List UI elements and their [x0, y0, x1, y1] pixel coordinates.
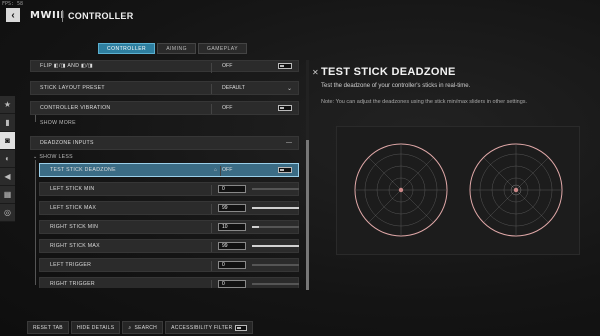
setting-label: LEFT STICK MAX — [50, 205, 97, 211]
header-divider — [62, 10, 63, 22]
chevron-down-icon: ⌄ — [286, 85, 292, 92]
lock-icon: ⌂ — [214, 167, 218, 173]
setting-row-left-stick-max[interactable]: LEFT STICK MAX 99 — [39, 201, 299, 215]
game-logo: MWIII — [30, 10, 65, 21]
setting-row-right-trigger[interactable]: RIGHT TRIGGER 0 — [39, 277, 299, 288]
collapse-icon: — — [286, 140, 292, 146]
fps-counter: FPS: 58 — [2, 1, 24, 7]
mouse-icon[interactable]: ▮ — [0, 114, 15, 132]
setting-label: CONTROLLER VIBRATION — [40, 105, 111, 111]
reset-tab-button[interactable]: RESET TAB — [27, 321, 69, 334]
show-more-link[interactable]: SHOW MORE — [40, 120, 76, 126]
tab-gameplay[interactable]: GAMEPLAY — [197, 43, 248, 54]
setting-row-test-stick-deadzone[interactable]: TEST STICK DEADZONE ⌂ OFF — [39, 163, 299, 177]
slider[interactable] — [252, 226, 299, 228]
setting-row-vibration[interactable]: CONTROLLER VIBRATION OFF — [30, 101, 299, 115]
accessibility-filter-button[interactable]: ACCESSIBILITY FILTER — [165, 321, 254, 334]
setting-label: STICK LAYOUT PRESET — [40, 85, 105, 91]
setting-row-left-trigger[interactable]: LEFT TRIGGER 0 — [39, 258, 299, 272]
setting-label: LEFT STICK MIN — [50, 186, 95, 192]
tab-bar: CONTROLLER AIMING GAMEPLAY — [98, 43, 248, 54]
settings-scrollbar[interactable] — [306, 60, 309, 290]
setting-label: LEFT TRIGGER — [50, 262, 92, 268]
value-input[interactable]: 99 — [218, 242, 246, 250]
left-stick-indicator — [354, 143, 448, 237]
setting-row-right-stick-max[interactable]: RIGHT STICK MAX 99 — [39, 239, 299, 253]
value-input[interactable]: 0 — [218, 261, 246, 269]
gamepad-icon[interactable]: ◙ — [0, 132, 15, 150]
show-less-link[interactable]: ⌄ SHOW LESS — [33, 154, 73, 160]
toggle-switch[interactable] — [278, 105, 292, 111]
tab-aiming[interactable]: AIMING — [157, 43, 196, 54]
detail-title: TEST STICK DEADZONE — [321, 66, 456, 78]
settings-list: FLIP ◧/◨ AND ◧/◨ OFF STICK LAYOUT PRESET… — [30, 60, 299, 288]
slider[interactable] — [252, 283, 299, 285]
setting-label: RIGHT STICK MAX — [50, 243, 100, 249]
close-icon[interactable]: ✕ — [312, 68, 319, 77]
settings-category-sidebar: ★ ▮ ◙ ◐ ◀ ▦ ◎ — [0, 96, 15, 222]
slider[interactable] — [252, 188, 299, 190]
value-input[interactable]: 0 — [218, 185, 246, 193]
grid-icon[interactable]: ▦ — [0, 186, 15, 204]
setting-label: RIGHT STICK MIN — [50, 224, 99, 230]
toggle-switch[interactable] — [278, 63, 292, 69]
value-input[interactable]: 0 — [218, 280, 246, 288]
detail-description: Test the deadzone of your controller's s… — [321, 83, 471, 89]
setting-value: OFF — [222, 63, 233, 69]
slider[interactable] — [252, 245, 299, 247]
value-input[interactable]: 99 — [218, 204, 246, 212]
binoculars-icon[interactable]: ◐ — [0, 150, 15, 168]
search-icon: ⌕ — [128, 324, 132, 331]
setting-row-flip[interactable]: FLIP ◧/◨ AND ◧/◨ OFF — [30, 60, 299, 73]
setting-label: RIGHT TRIGGER — [50, 281, 95, 287]
search-button[interactable]: ⌕ SEARCH — [122, 321, 164, 334]
speaker-icon[interactable]: ◀ — [0, 168, 15, 186]
slider[interactable] — [252, 264, 299, 266]
setting-value: OFF — [222, 105, 233, 111]
setting-value: DEFAULT — [222, 85, 245, 91]
slider[interactable] — [252, 207, 299, 209]
setting-row-right-stick-min[interactable]: RIGHT STICK MIN 10 — [39, 220, 299, 234]
tab-controller[interactable]: CONTROLLER — [98, 43, 156, 54]
setting-label: FLIP ◧/◨ AND ◧/◨ — [40, 63, 94, 69]
stick-visualizer — [354, 143, 563, 237]
toggle-switch[interactable] — [278, 167, 292, 173]
stick-test-panel — [336, 126, 580, 255]
value-input[interactable]: 10 — [218, 223, 246, 231]
right-stick-indicator — [469, 143, 563, 237]
star-icon[interactable]: ★ — [0, 96, 15, 114]
detail-note: Note: You can adjust the deadzones using… — [321, 99, 528, 105]
hide-details-button[interactable]: HIDE DETAILS — [70, 321, 121, 334]
settings-circle-icon[interactable]: ◎ — [0, 204, 15, 222]
chevron-left-icon: ‹ — [11, 9, 15, 21]
bottom-action-bar: RESET TAB HIDE DETAILS ⌕ SEARCH ACCESSIB… — [27, 321, 254, 334]
scrollbar-thumb[interactable] — [306, 140, 309, 290]
setting-label: TEST STICK DEADZONE — [50, 167, 116, 173]
setting-row-deadzone-inputs[interactable]: DEADZONE INPUTS — — [30, 136, 299, 150]
setting-row-left-stick-min[interactable]: LEFT STICK MIN 0 — [39, 182, 299, 196]
back-button[interactable]: ‹ — [6, 8, 20, 22]
setting-row-stick-layout[interactable]: STICK LAYOUT PRESET DEFAULT ⌄ — [30, 81, 299, 95]
toggle-switch[interactable] — [235, 324, 248, 331]
setting-value: OFF — [222, 167, 233, 173]
page-title: CONTROLLER — [68, 11, 134, 21]
setting-label: DEADZONE INPUTS — [40, 140, 94, 146]
